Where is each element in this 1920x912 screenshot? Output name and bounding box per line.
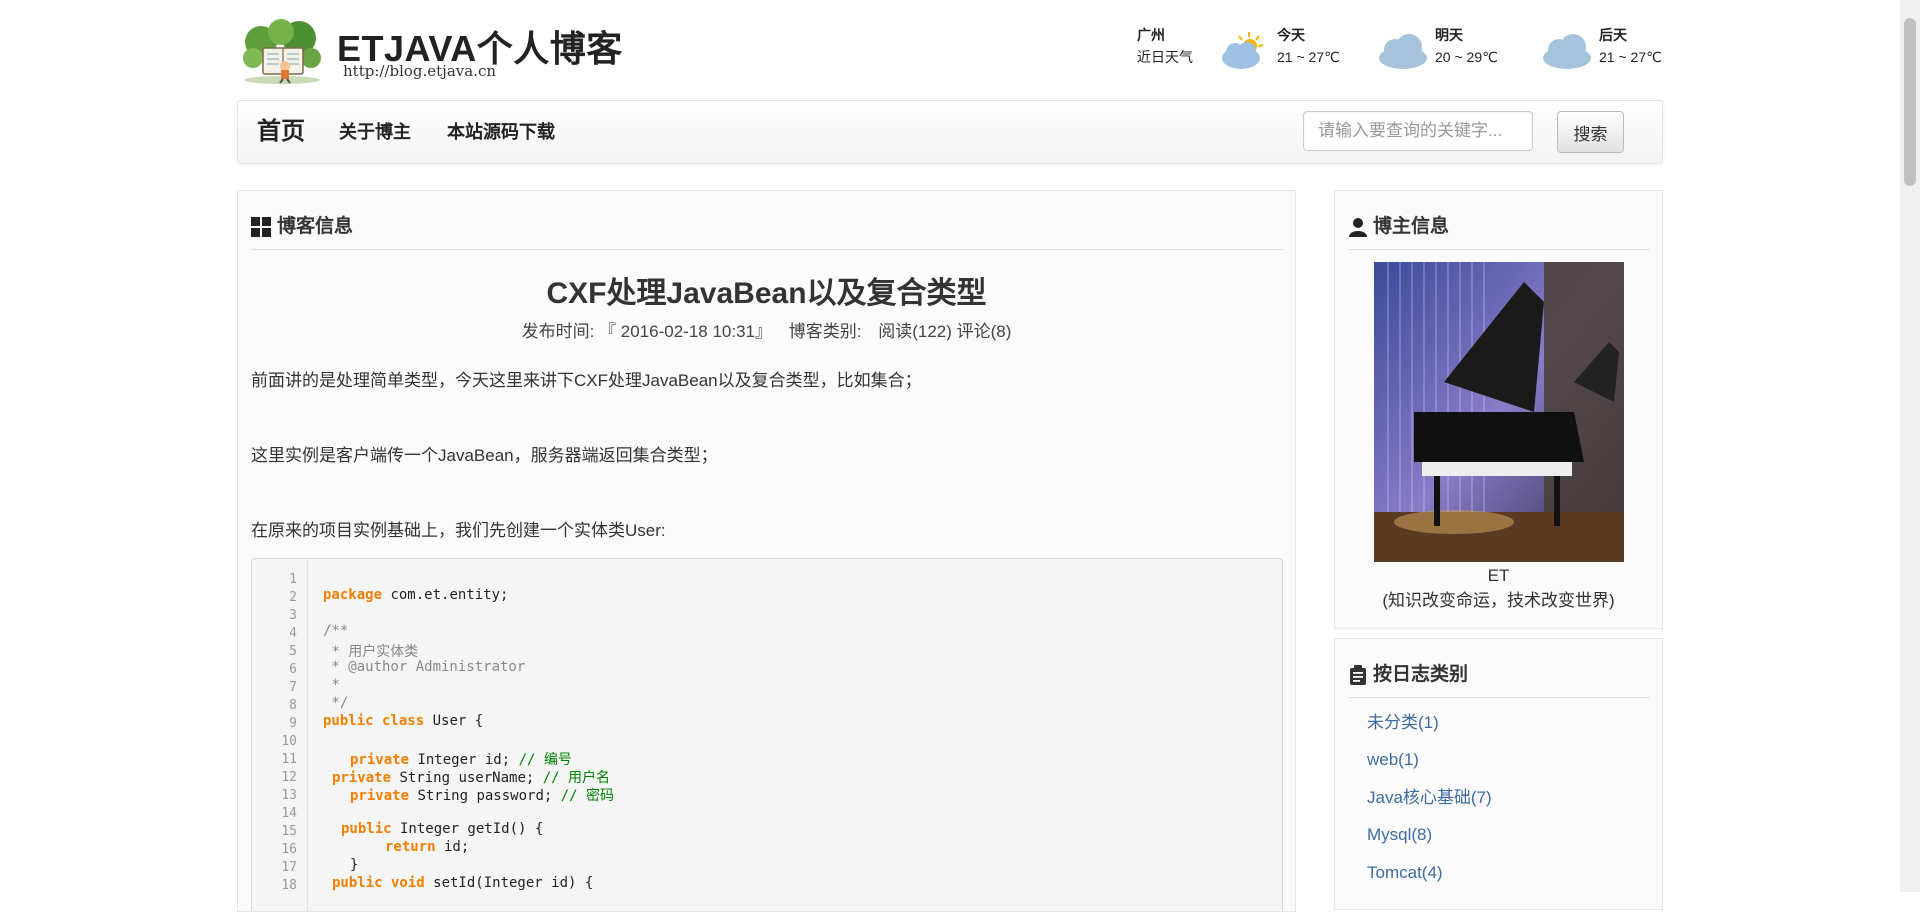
- weather-day-tomorrow: 明天 20 ~ 29℃: [1377, 24, 1507, 70]
- line-number: 4: [289, 626, 297, 641]
- logo-reading-child-icon: [243, 19, 321, 84]
- post-meta: 发布时间: 『 2016-02-18 10:31』 博客类别: 阅读(122) …: [238, 319, 1295, 345]
- weather-today-temp: 21 ~ 27℃: [1277, 49, 1340, 65]
- search-input[interactable]: [1303, 111, 1533, 151]
- line-number: 14: [281, 806, 297, 821]
- panel-title: 博客信息: [277, 216, 354, 237]
- author-box-header: 博主信息: [1348, 207, 1650, 250]
- weather-day-today: 今天 21 ~ 27℃: [1219, 24, 1349, 70]
- category-box: 按日志类别 未分类(1) web(1) Java核心基础(7) Mysql(8)…: [1334, 638, 1663, 910]
- line-number: 9: [289, 716, 297, 731]
- post-publish-time: 发布时间: 『 2016-02-18 10:31』: [521, 322, 772, 341]
- nav-source-download[interactable]: 本站源码下载: [447, 101, 555, 163]
- weather-widget: 广州 近日天气 今天 21 ~ 27℃ 明天 20 ~ 29℃ 后天 21 ~ …: [1137, 20, 1663, 70]
- code-line: */: [323, 695, 349, 711]
- weather-tomorrow-label: 明天: [1435, 27, 1463, 43]
- code-line: return id;: [385, 839, 470, 855]
- scrollbar-thumb[interactable]: [1904, 18, 1916, 186]
- user-icon: [1349, 218, 1367, 237]
- line-number: 11: [281, 752, 297, 767]
- author-avatar: [1374, 262, 1624, 562]
- code-line: public void setId(Integer id) {: [332, 875, 594, 891]
- nav-home[interactable]: 首页: [257, 101, 305, 163]
- category-box-header: 按日志类别: [1348, 655, 1650, 698]
- code-line: public Integer getId() {: [341, 821, 544, 837]
- weather-day-after-tomorrow: 后天 21 ~ 27℃: [1541, 24, 1663, 70]
- panel-header: 博客信息: [251, 207, 1283, 250]
- weather-tomorrow-temp: 20 ~ 29℃: [1435, 49, 1498, 65]
- weather-city: 广州: [1137, 27, 1165, 43]
- author-motto: (知识改变命运，技术改变世界): [1382, 591, 1615, 610]
- page-scrollbar[interactable]: [1900, 0, 1920, 892]
- weather-after-label: 后天: [1599, 27, 1627, 43]
- category-link[interactable]: Java核心基础(7): [1367, 786, 1492, 810]
- code-line: }: [350, 857, 359, 873]
- line-number: 6: [289, 662, 297, 677]
- line-number: 10: [281, 734, 297, 749]
- post-paragraph: 在原来的项目实例基础上，我们先创建一个实体类User:: [251, 521, 666, 540]
- post-stats: 阅读(122) 评论(8): [878, 322, 1012, 341]
- category-link[interactable]: 未分类(1): [1367, 711, 1439, 735]
- weather-after-temp: 21 ~ 27℃: [1599, 49, 1662, 65]
- code-line: * @author Administrator: [323, 659, 526, 675]
- cloud-icon: [1379, 34, 1427, 69]
- code-block: 1 2 3 4 5 6 7 8 9 10 11 12 13 14 15 16 1…: [251, 558, 1283, 911]
- weather-caption: 近日天气: [1137, 49, 1193, 65]
- author-box-title: 博主信息: [1373, 216, 1450, 237]
- category-link[interactable]: Tomcat(4): [1367, 861, 1443, 885]
- weather-today-label: 今天: [1277, 27, 1305, 43]
- line-number: 16: [281, 842, 297, 857]
- line-number: 2: [289, 590, 297, 605]
- code-line: private String password; // 密码: [350, 788, 615, 804]
- code-line: private Integer id; // 编号: [350, 752, 572, 768]
- line-number: 15: [281, 824, 297, 839]
- code-line: * 用户实体类: [323, 644, 419, 660]
- line-number: 17: [281, 860, 297, 875]
- code-line-numbers: 1 2 3 4 5 6 7 8 9 10 11 12 13 14 15 16 1…: [252, 559, 308, 911]
- code-line: private String userName; // 用户名: [332, 770, 611, 786]
- code-line: *: [323, 677, 340, 693]
- line-number: 13: [281, 788, 297, 803]
- line-number: 7: [289, 680, 297, 695]
- line-number: 8: [289, 698, 297, 713]
- site-logo[interactable]: ETJAVA个人博客 http://blog.etjava.cn: [237, 14, 622, 86]
- line-number: 12: [281, 770, 297, 785]
- line-number: 5: [289, 644, 297, 659]
- cloud-icon: [1543, 34, 1591, 69]
- code-line: public class User {: [323, 713, 484, 729]
- category-link[interactable]: Mysql(8): [1367, 823, 1432, 847]
- author-name: ET: [1487, 566, 1510, 585]
- line-number: 18: [281, 878, 297, 893]
- code-line: /**: [323, 623, 349, 639]
- author-info-box: 博主信息 ET (知识改变命运，技术改变世界): [1334, 190, 1663, 629]
- code-line: package com.et.entity;: [323, 587, 509, 603]
- post-paragraph: 这里实例是客户端传一个JavaBean，服务器端返回集合类型；: [251, 446, 718, 465]
- partly-sunny-icon: [1222, 32, 1264, 69]
- line-number: 3: [289, 608, 297, 623]
- grid-icon: [251, 217, 271, 237]
- blog-content-panel: 博客信息 CXF处理JavaBean以及复合类型 发布时间: 『 2016-02…: [237, 190, 1296, 912]
- search-button[interactable]: 搜索: [1557, 111, 1624, 153]
- post-paragraph: 前面讲的是处理简单类型，今天这里来讲下CXF处理JavaBean以及复合类型，比…: [251, 371, 922, 390]
- nav-about[interactable]: 关于博主: [339, 101, 411, 163]
- post-title: CXF处理JavaBean以及复合类型: [546, 277, 987, 310]
- clipboard-icon: [1350, 665, 1366, 685]
- category-box-title: 按日志类别: [1373, 664, 1469, 685]
- author-text: ET (知识改变命运，技术改变世界): [1335, 563, 1662, 613]
- nav-bar: 首页 关于博主 本站源码下载 搜索: [237, 100, 1663, 164]
- category-link[interactable]: web(1): [1367, 748, 1419, 772]
- post-category: 博客类别:: [788, 322, 862, 341]
- weather-city-block: 广州 近日天气: [1137, 24, 1193, 68]
- line-number: 1: [289, 572, 297, 587]
- logo-url: http://blog.etjava.cn: [343, 62, 497, 80]
